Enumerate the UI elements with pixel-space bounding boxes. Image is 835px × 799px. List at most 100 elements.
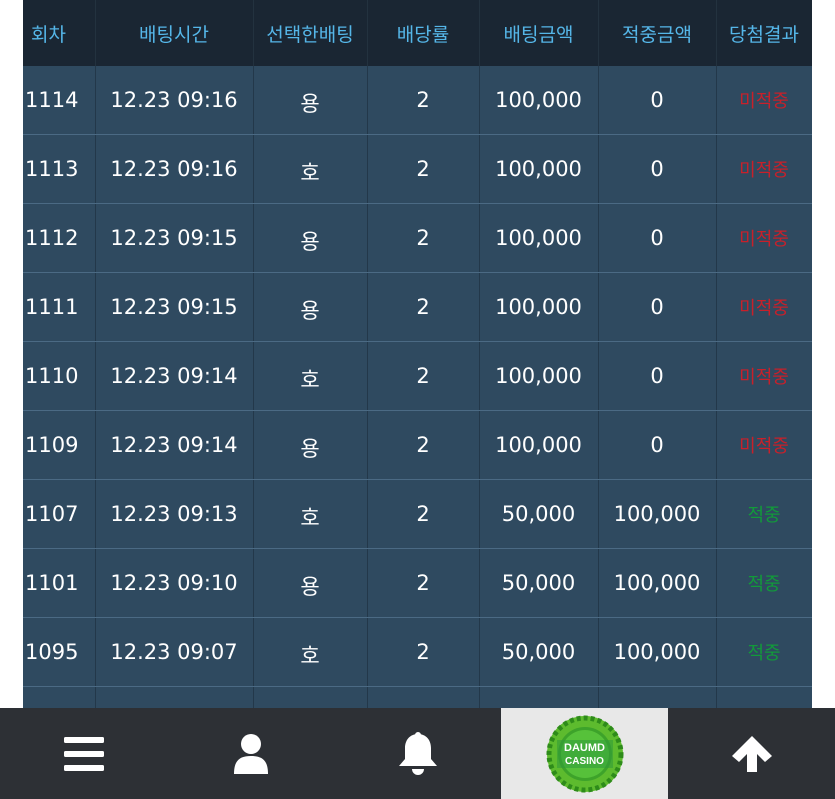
cell-bet-amount: 50,000 — [479, 479, 599, 549]
col-header-selected-bet: 선택한배팅 — [253, 0, 368, 66]
table-row: 1095 12.23 09:07 호 2 50,000 100,000 적중 — [23, 617, 812, 687]
result-badge: 미적중 — [739, 367, 789, 388]
cell-bet-amount: 100,000 — [479, 272, 599, 342]
cell-result: 미적중 — [716, 410, 812, 480]
logo-text-bottom: CASINO — [565, 755, 604, 767]
cell-result: 미적중 — [716, 134, 812, 204]
table-row: 1101 12.23 09:10 용 2 50,000 100,000 적중 — [23, 548, 812, 618]
cell-bet-time: 12.23 09:07 — [95, 617, 254, 687]
cell-bet-time: 12.23 09:15 — [95, 272, 254, 342]
cell-bet-time: 12.23 09:10 — [95, 548, 254, 618]
profile-button[interactable] — [167, 708, 334, 799]
cell-result: 적중 — [716, 617, 812, 687]
col-header-payout: 적중금액 — [598, 0, 717, 66]
cell-selected-bet: 용 — [253, 272, 368, 342]
cell-odds: 2 — [367, 203, 480, 273]
table-row: 1112 12.23 09:15 용 2 100,000 0 미적중 — [23, 203, 812, 273]
result-badge: 미적중 — [739, 436, 789, 457]
table-row: 1114 12.23 09:16 용 2 100,000 0 미적중 — [23, 66, 812, 135]
cell-odds: 2 — [367, 66, 480, 135]
result-badge: 적중 — [747, 505, 781, 526]
cell-payout: 0 — [598, 410, 717, 480]
cell-bet-amount: 50,000 — [479, 686, 599, 708]
cell-bet-amount: 50,000 — [479, 617, 599, 687]
cell-round: 1107 — [23, 479, 96, 549]
cell-odds: 2 — [367, 341, 480, 411]
table-row: 1110 12.23 09:14 호 2 100,000 0 미적중 — [23, 341, 812, 411]
cell-bet-time: 12.23 09:14 — [95, 410, 254, 480]
cell-bet-amount: 100,000 — [479, 203, 599, 273]
cell-payout: 100,000 — [598, 617, 717, 687]
bottom-nav: DAUMD CASINO — [0, 708, 835, 799]
cell-odds: 2 — [367, 134, 480, 204]
cell-round: 1101 — [23, 548, 96, 618]
table-row: 109212.23 09:05용250,000100,000적중 — [23, 686, 812, 708]
cell-bet-time: 12.23 09:13 — [95, 479, 254, 549]
table-row: 1107 12.23 09:13 호 2 50,000 100,000 적중 — [23, 479, 812, 549]
table-row: 1111 12.23 09:15 용 2 100,000 0 미적중 — [23, 272, 812, 342]
cell-selected-bet: 용 — [253, 66, 368, 135]
cell-selected-bet: 호 — [253, 134, 368, 204]
cell-result: 미적중 — [716, 272, 812, 342]
cell-selected-bet: 용 — [253, 686, 368, 708]
daumd-casino-logo: DAUMD CASINO — [545, 714, 625, 794]
cell-odds: 2 — [367, 686, 480, 708]
cell-result: 적중 — [716, 548, 812, 618]
result-badge: 미적중 — [739, 160, 789, 181]
cell-payout: 0 — [598, 341, 717, 411]
cell-odds: 2 — [367, 617, 480, 687]
result-badge: 미적중 — [739, 298, 789, 319]
table-row: 1109 12.23 09:14 용 2 100,000 0 미적중 — [23, 410, 812, 480]
cell-payout: 100,000 — [598, 479, 717, 549]
scroll-top-button[interactable] — [668, 708, 835, 799]
cell-bet-amount: 100,000 — [479, 66, 599, 135]
cell-odds: 2 — [367, 548, 480, 618]
notifications-button[interactable] — [334, 708, 501, 799]
cell-payout: 0 — [598, 203, 717, 273]
cell-odds: 2 — [367, 410, 480, 480]
cell-result: 적중 — [716, 479, 812, 549]
cell-round: 1111 — [23, 272, 96, 342]
cell-round: 1092 — [23, 686, 96, 708]
table-header-row: 회차 배팅시간 선택한배팅 배당률 배팅금액 적중금액 당첨결과 — [23, 0, 812, 66]
user-icon — [233, 733, 268, 774]
cell-odds: 2 — [367, 272, 480, 342]
bell-icon — [398, 731, 437, 775]
cell-bet-time: 12.23 09:14 — [95, 341, 254, 411]
cell-odds: 2 — [367, 479, 480, 549]
menu-button[interactable] — [0, 708, 167, 799]
cell-selected-bet: 용 — [253, 410, 368, 480]
cell-result: 미적중 — [716, 341, 812, 411]
result-badge: 미적중 — [739, 229, 789, 250]
col-header-round: 회차 — [23, 0, 96, 66]
menu-icon — [63, 736, 104, 771]
result-badge: 적중 — [747, 643, 781, 664]
result-badge: 미적중 — [739, 91, 789, 112]
cell-selected-bet: 용 — [253, 548, 368, 618]
col-header-bet-amount: 배팅금액 — [479, 0, 599, 66]
cell-selected-bet: 호 — [253, 479, 368, 549]
table-row: 1113 12.23 09:16 호 2 100,000 0 미적중 — [23, 134, 812, 204]
logo-text-top: DAUMD — [564, 741, 605, 754]
table-body: 1114 12.23 09:16 용 2 100,000 0 미적중 1113 12.23 09… — [23, 66, 812, 708]
result-badge: 적중 — [747, 574, 781, 595]
cell-round: 1109 — [23, 410, 96, 480]
cell-round: 1113 — [23, 134, 96, 204]
arrow-up-icon — [731, 735, 772, 772]
cell-round: 1110 — [23, 341, 96, 411]
cell-payout: 100,000 — [598, 686, 717, 708]
bet-history-table-container: 회차 배팅시간 선택한배팅 배당률 배팅금액 적중금액 당첨결과 1114 12.… — [23, 0, 812, 708]
cell-payout: 0 — [598, 134, 717, 204]
cell-round: 1112 — [23, 203, 96, 273]
cell-round: 1095 — [23, 617, 96, 687]
cell-payout: 0 — [598, 66, 717, 135]
cell-bet-time: 12.23 09:16 — [95, 134, 254, 204]
bet-history-table: 회차 배팅시간 선택한배팅 배당률 배팅금액 적중금액 당첨결과 1114 12.… — [23, 0, 812, 708]
cell-selected-bet: 호 — [253, 341, 368, 411]
casino-logo-button[interactable]: DAUMD CASINO — [501, 708, 668, 799]
cell-bet-amount: 100,000 — [479, 410, 599, 480]
col-header-bet-time: 배팅시간 — [95, 0, 254, 66]
cell-result: 미적중 — [716, 203, 812, 273]
cell-payout: 0 — [598, 272, 717, 342]
cell-round: 1114 — [23, 66, 96, 135]
